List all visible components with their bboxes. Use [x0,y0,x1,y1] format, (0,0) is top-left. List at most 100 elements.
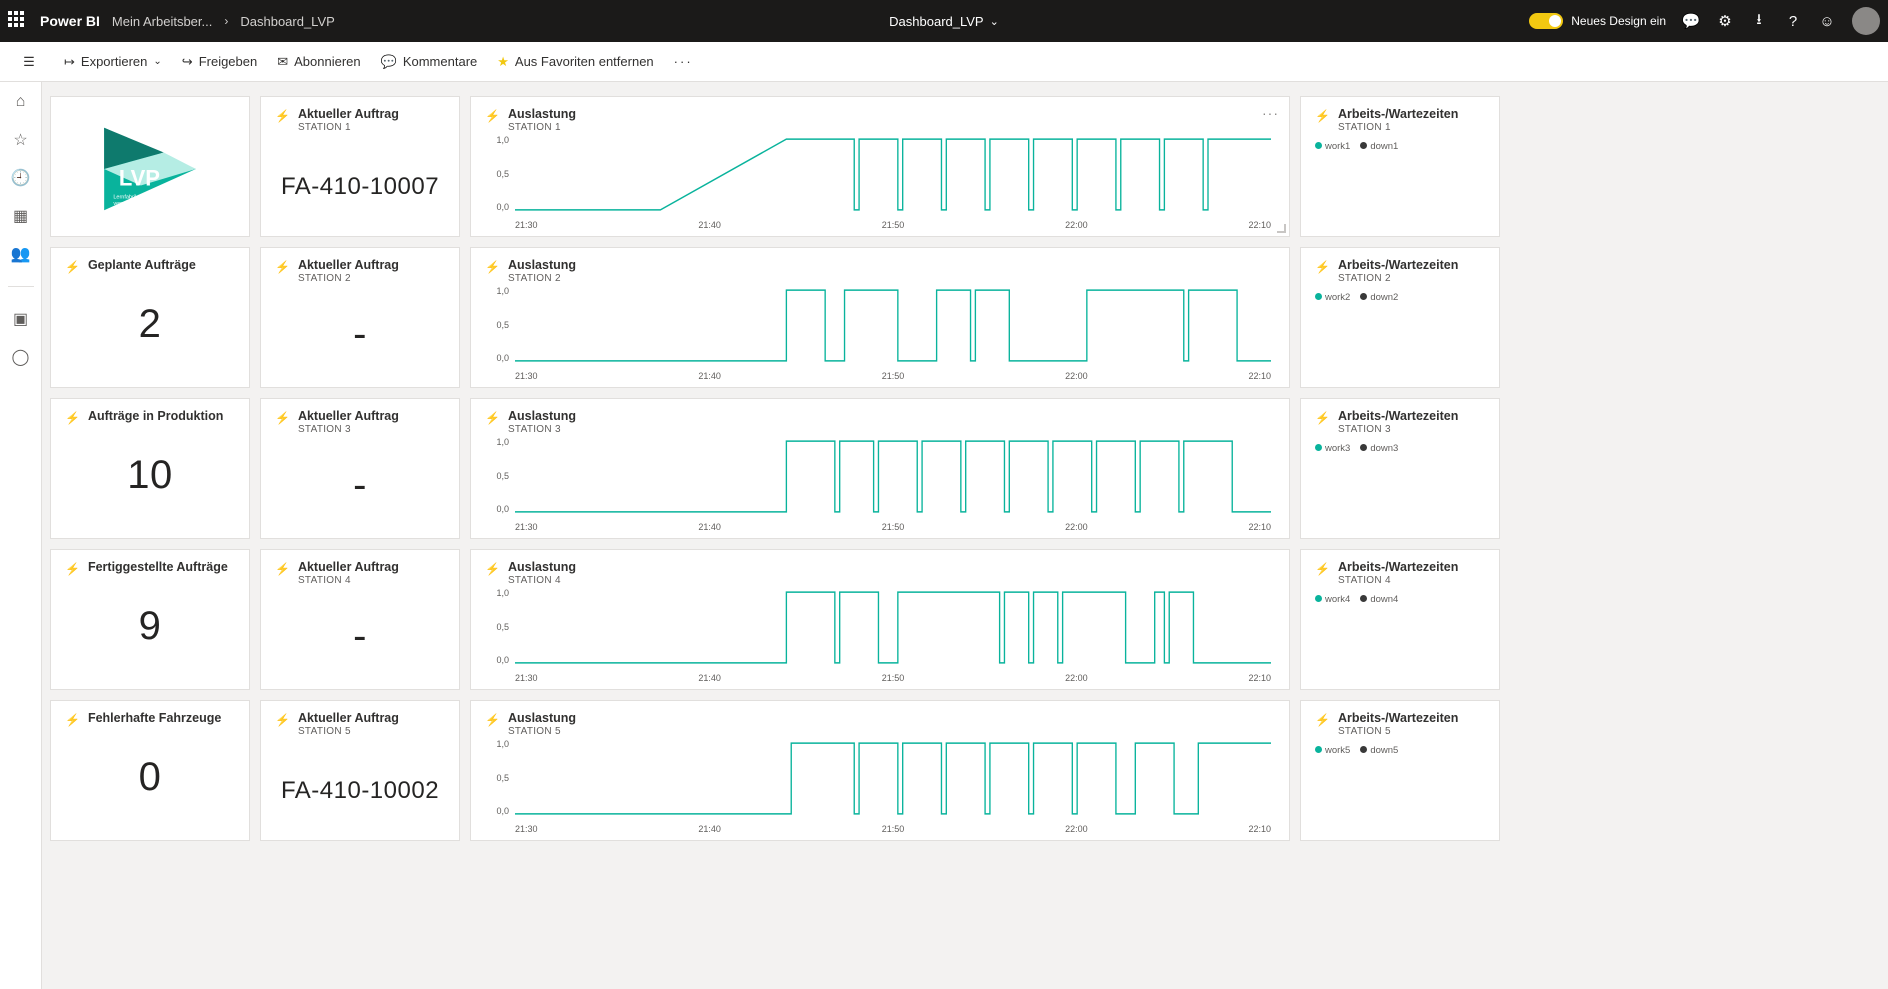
x-tick: 21:30 [515,220,538,230]
tile-subtitle: STATION 5 [1338,726,1458,737]
tile-current-order-station-3[interactable]: ⚡ Aktueller Auftrag STATION 3 - [260,398,460,539]
tile-utilization-station-3[interactable]: ⚡ Auslastung STATION 3 1,00,50,0 21:3021… [470,398,1290,539]
line-chart [515,288,1271,363]
x-tick: 21:40 [698,220,721,230]
new-design-toggle[interactable]: Neues Design ein [1529,13,1666,29]
tile-orders-in-production[interactable]: ⚡ Aufträge in Produktion 10 [50,398,250,539]
bolt-icon: ⚡ [1315,411,1330,425]
tile-title: Aktueller Auftrag [298,560,399,574]
remove-favorite-button[interactable]: ★ Aus Favoriten entfernen [497,54,653,70]
nav-apps-icon[interactable]: ▦ [11,206,31,226]
tile-completed-orders[interactable]: ⚡ Fertiggestellte Aufträge 9 [50,549,250,690]
tile-work-wait-station-2[interactable]: ⚡ Arbeits-/Wartezeiten STATION 2 work2 d… [1300,247,1500,388]
tile-logo[interactable]: LVP Lernfabrik für vernetzte Produktion [50,96,250,237]
title-dropdown[interactable]: Dashboard_LVP ⌄ [889,14,999,29]
bolt-icon: ⚡ [65,713,80,727]
tile-value: FA-410-10002 [275,777,445,805]
tile-title: Auslastung [508,107,576,121]
toggle-switch-icon[interactable] [1529,13,1563,29]
avatar[interactable] [1852,7,1880,35]
nav-workspaces-icon[interactable]: ▣ [11,309,31,329]
tile-subtitle: STATION 5 [298,726,399,737]
tile-work-wait-station-4[interactable]: ⚡ Arbeits-/Wartezeiten STATION 4 work4 d… [1300,549,1500,690]
legend-label: down5 [1370,745,1398,756]
tile-utilization-station-1[interactable]: ··· ⚡ Auslastung STATION 1 1,00,50,0 21:… [470,96,1290,237]
tile-title: Fertiggestellte Aufträge [88,560,228,574]
tile-planned-orders[interactable]: ⚡ Geplante Aufträge 2 [50,247,250,388]
tile-title: Aktueller Auftrag [298,258,399,272]
y-tick: 0,5 [485,169,509,179]
tile-title: Arbeits-/Wartezeiten [1338,560,1458,574]
appbar: Power BI Mein Arbeitsber... › Dashboard_… [0,0,1888,42]
tile-subtitle: STATION 1 [298,122,399,133]
legend-label: work2 [1325,292,1350,303]
help-icon[interactable]: ? [1784,12,1802,30]
bolt-icon: ⚡ [65,411,80,425]
svg-text:LVP: LVP [119,165,160,190]
legend-label: down2 [1370,292,1398,303]
subscribe-label: Abonnieren [294,54,361,69]
share-icon: ↪ [182,54,193,70]
bolt-icon: ⚡ [485,109,500,123]
tile-subtitle: STATION 4 [1338,575,1458,586]
more-actions-button[interactable]: ··· [674,54,693,69]
x-tick: 22:10 [1248,220,1271,230]
subscribe-button[interactable]: ✉ Abonnieren [277,54,360,70]
brand-label: Power BI [40,13,100,29]
tile-more-icon[interactable]: ··· [1262,105,1279,121]
breadcrumb-workspace[interactable]: Mein Arbeitsber... [112,14,212,29]
lvp-logo-icon: LVP Lernfabrik für vernetzte Produktion [75,114,225,224]
toggle-label: Neues Design ein [1571,14,1666,28]
nav-favorites-icon[interactable]: ☆ [11,130,31,150]
unfavorite-label: Aus Favoriten entfernen [515,54,654,69]
tile-work-wait-station-1[interactable]: ⚡ Arbeits-/Wartezeiten STATION 1 work1 d… [1300,96,1500,237]
tile-utilization-station-4[interactable]: ⚡ Auslastung STATION 4 1,00,50,0 21:3021… [470,549,1290,690]
bolt-icon: ⚡ [485,411,500,425]
tile-subtitle: STATION 4 [508,575,576,586]
bolt-icon: ⚡ [1315,562,1330,576]
nav-profile-icon[interactable]: ◯ [11,347,31,367]
line-chart [515,590,1271,665]
tile-current-order-station-1[interactable]: ⚡ Aktueller Auftrag STATION 1 FA-410-100… [260,96,460,237]
breadcrumb-dashboard[interactable]: Dashboard_LVP [240,14,334,29]
tile-value: - [275,463,445,508]
tile-current-order-station-2[interactable]: ⚡ Aktueller Auftrag STATION 2 - [260,247,460,388]
left-nav: ⌂ ☆ 🕘 ▦ 👥 ▣ ◯ [0,82,42,989]
export-icon: ↦ [64,54,75,70]
app-launcher-icon[interactable] [8,11,28,31]
share-button[interactable]: ↪ Freigeben [182,54,257,70]
chat-icon[interactable]: 💬 [1682,12,1700,30]
bolt-icon: ⚡ [275,411,290,425]
dashboard-canvas: LVP Lernfabrik für vernetzte Produktion … [42,82,1888,989]
tile-subtitle: STATION 3 [1338,424,1458,435]
nav-home-icon[interactable]: ⌂ [11,92,31,112]
tile-subtitle: STATION 3 [298,424,399,435]
nav-shared-icon[interactable]: 👥 [11,244,31,264]
tile-current-order-station-5[interactable]: ⚡ Aktueller Auftrag STATION 5 FA-410-100… [260,700,460,841]
menu-icon[interactable]: ☰ [23,54,35,70]
tile-title: Auslastung [508,409,576,423]
tile-utilization-station-2[interactable]: ⚡ Auslastung STATION 2 1,00,50,0 21:3021… [470,247,1290,388]
bolt-icon: ⚡ [275,109,290,123]
comments-button[interactable]: 💬 Kommentare [381,54,478,70]
tile-current-order-station-4[interactable]: ⚡ Aktueller Auftrag STATION 4 - [260,549,460,690]
star-icon: ★ [497,54,509,70]
tile-work-wait-station-5[interactable]: ⚡ Arbeits-/Wartezeiten STATION 5 work5 d… [1300,700,1500,841]
bolt-icon: ⚡ [275,562,290,576]
tile-subtitle: STATION 2 [508,273,576,284]
bolt-icon: ⚡ [65,562,80,576]
bolt-icon: ⚡ [485,562,500,576]
download-icon[interactable]: ⭳ [1750,12,1768,30]
gear-icon[interactable]: ⚙ [1716,12,1734,30]
export-button[interactable]: ↦ Exportieren ⌄ [64,54,162,70]
tile-title: Auslastung [508,711,576,725]
tile-work-wait-station-3[interactable]: ⚡ Arbeits-/Wartezeiten STATION 3 work3 d… [1300,398,1500,539]
bolt-icon: ⚡ [1315,109,1330,123]
smiley-icon[interactable]: ☺ [1818,12,1836,30]
resize-handle-icon[interactable] [1277,224,1286,233]
nav-recent-icon[interactable]: 🕘 [11,168,31,188]
bolt-icon: ⚡ [485,713,500,727]
tile-value: 2 [65,302,235,347]
tile-utilization-station-5[interactable]: ⚡ Auslastung STATION 5 1,00,50,0 21:3021… [470,700,1290,841]
tile-defective-vehicles[interactable]: ⚡ Fehlerhafte Fahrzeuge 0 [50,700,250,841]
